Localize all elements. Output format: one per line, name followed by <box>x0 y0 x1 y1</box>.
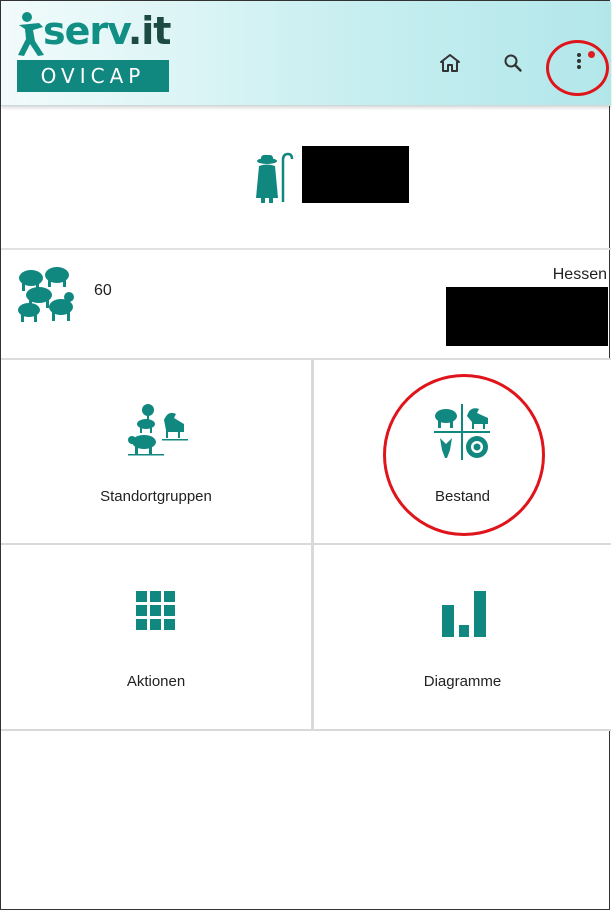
search-icon[interactable] <box>501 51 525 75</box>
redacted-location <box>446 287 608 346</box>
redacted-farmer-name <box>302 146 409 203</box>
grid-icon <box>136 591 175 630</box>
app-header: serv.it OVICAP <box>1 1 611 106</box>
servit-ovicap-logo[interactable]: serv.it OVICAP <box>17 9 171 93</box>
tile-bestand[interactable]: Bestand <box>314 360 611 543</box>
tile-label-diagramme: Diagramme <box>423 673 502 690</box>
animal-count: 60 <box>94 282 112 299</box>
tile-aktionen[interactable]: Aktionen <box>1 545 311 729</box>
tile-diagramme[interactable]: Diagramme <box>314 545 611 729</box>
tile-divider-bottom <box>1 729 611 731</box>
shepherd-icon <box>256 152 294 203</box>
logo-subtitle: OVICAP <box>17 60 169 92</box>
logo-wordmark: serv.it <box>43 9 171 53</box>
tile-label-bestand: Bestand <box>434 488 491 505</box>
notification-dot <box>588 51 595 58</box>
sheep-herd-icon <box>18 267 74 322</box>
tile-label-aktionen: Aktionen <box>126 673 186 690</box>
region-label: Hessen <box>552 266 607 283</box>
home-icon[interactable] <box>438 51 462 75</box>
tile-standortgruppen[interactable]: Standortgruppen <box>1 360 311 543</box>
tile-label-standortgruppen: Standortgruppen <box>100 488 212 505</box>
location-groups-icon <box>128 404 188 456</box>
stock-icon <box>434 404 490 460</box>
bar-chart-icon <box>442 591 486 637</box>
